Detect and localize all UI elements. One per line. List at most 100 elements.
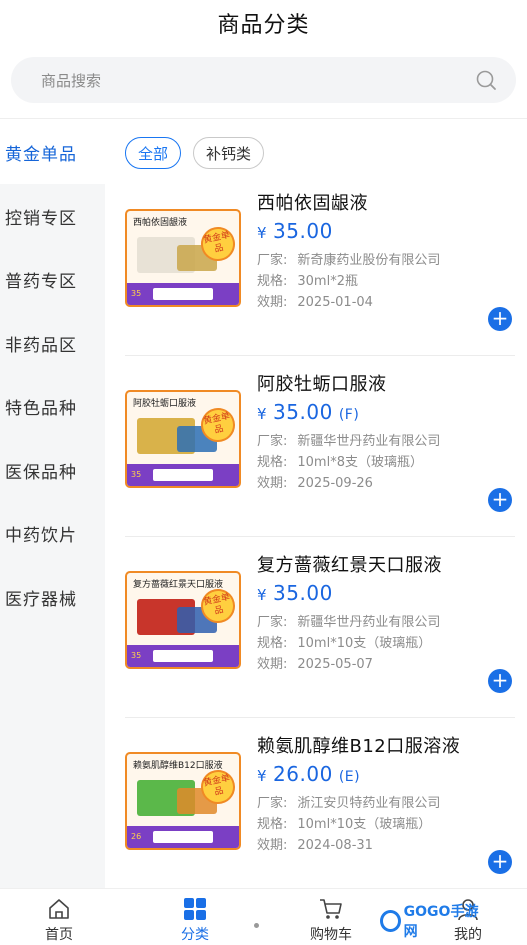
thumb-title: 西帕依固龈液: [133, 218, 188, 228]
currency-symbol: ¥: [257, 767, 268, 785]
thumb-price: 35: [131, 651, 142, 660]
product-name[interactable]: 赖氨肌醇维B12口服溶液: [257, 732, 460, 758]
product-price: ¥35.00: [257, 219, 339, 243]
thumb-price-band: 35: [127, 464, 239, 486]
tab-cart-label: 购物车: [310, 927, 352, 943]
page-title: 商品分类: [217, 13, 310, 38]
product-card[interactable]: 复方蔷薇红景天口服液 黄金单品 35 复方蔷薇红景天口服液 ¥35.00 厂家:…: [105, 537, 527, 718]
maker-value: 新疆华世丹药业有限公司: [297, 434, 441, 449]
thumb-price: 26: [131, 832, 142, 841]
product-meta: 厂家: 浙江安贝特药业有限公司 规格: 10ml*10支（玻璃瓶） 效期: 2024-…: [257, 793, 440, 856]
sidebar-item-non-drugs[interactable]: 非药品区: [0, 311, 105, 375]
price-value: 26.00: [273, 762, 333, 786]
sidebar-item-insurance[interactable]: 医保品种: [0, 438, 105, 502]
filter-chips: 全部 补钙类: [125, 137, 265, 169]
maker-label: 厂家:: [257, 434, 288, 449]
filter-chip-calcium[interactable]: 补钙类: [193, 137, 265, 169]
product-price: ¥35.00: [257, 581, 339, 605]
expiry-label: 效期:: [257, 838, 288, 853]
spec-label: 规格:: [257, 274, 288, 289]
price-value: 35.00: [273, 219, 333, 243]
indicator-dot: [254, 923, 259, 928]
sidebar-item-controlled-sales[interactable]: 控销专区: [0, 184, 105, 248]
product-name[interactable]: 阿胶牡蛎口服液: [257, 370, 387, 396]
maker-label: 厂家:: [257, 615, 288, 630]
product-meta: 厂家: 新疆华世丹药业有限公司 规格: 10ml*10支（玻璃瓶） 效期: 2025-…: [257, 612, 440, 675]
thumb-price-band: 26: [127, 826, 239, 848]
search-input[interactable]: 商品搜索: [41, 70, 474, 91]
add-to-cart-button[interactable]: +: [488, 669, 512, 693]
expiry-label: 效期:: [257, 476, 288, 491]
tab-category-label: 分类: [181, 927, 209, 943]
expiry-value: 2025-01-04: [297, 295, 373, 310]
product-name[interactable]: 复方蔷薇红景天口服液: [257, 551, 442, 577]
currency-symbol: ¥: [257, 586, 268, 604]
divider: [0, 118, 527, 119]
product-image[interactable]: 赖氨肌醇维B12口服液 黄金单品 26: [125, 752, 241, 850]
maker-value: 新疆华世丹药业有限公司: [297, 615, 441, 630]
product-list: 西帕依固龈液 黄金单品 35 西帕依固龈液 ¥35.00 厂家: 新奇康药业股份有…: [105, 175, 527, 888]
product-card[interactable]: 阿胶牡蛎口服液 黄金单品 35 阿胶牡蛎口服液 ¥35.00 (F) 厂家: 新疆华…: [105, 356, 527, 537]
spec-value: 10ml*10支（玻璃瓶）: [297, 636, 432, 651]
sidebar-item-golden-single[interactable]: 黄金单品: [0, 120, 105, 184]
cart-icon: [320, 899, 342, 919]
expiry-value: 2025-05-07: [297, 657, 373, 672]
spec-value: 10ml*8支（玻璃瓶）: [297, 455, 423, 470]
thumb-price-band: 35: [127, 283, 239, 305]
spec-label: 规格:: [257, 636, 288, 651]
search-bar[interactable]: 商品搜索: [11, 57, 516, 103]
tab-home-label: 首页: [45, 927, 73, 943]
product-image[interactable]: 复方蔷薇红景天口服液 黄金单品 35: [125, 571, 241, 669]
spec-label: 规格:: [257, 817, 288, 832]
thumb-title: 阿胶牡蛎口服液: [133, 399, 197, 409]
product-price: ¥26.00 (E): [257, 762, 360, 786]
sidebar-item-featured[interactable]: 特色品种: [0, 374, 105, 438]
price-value: 35.00: [273, 581, 333, 605]
sidebar-item-general-drugs[interactable]: 普药专区: [0, 247, 105, 311]
add-to-cart-button[interactable]: +: [488, 307, 512, 331]
maker-label: 厂家:: [257, 253, 288, 268]
price-grade: (F): [338, 407, 360, 423]
tab-category[interactable]: 分类: [145, 889, 245, 945]
sidebar-item-herbal[interactable]: 中药饮片: [0, 501, 105, 565]
watermark-text: GOGO手游网: [403, 904, 479, 940]
add-to-cart-button[interactable]: +: [488, 488, 512, 512]
currency-symbol: ¥: [257, 224, 268, 242]
thumb-price: 35: [131, 470, 142, 479]
thumb-title: 复方蔷薇红景天口服液: [133, 580, 224, 590]
tab-home[interactable]: 首页: [9, 889, 109, 945]
tab-cart[interactable]: 购物车: [281, 889, 381, 945]
spec-value: 10ml*10支（玻璃瓶）: [297, 817, 432, 832]
expiry-label: 效期:: [257, 295, 288, 310]
maker-value: 浙江安贝特药业有限公司: [297, 796, 441, 811]
spec-value: 30ml*2瓶: [297, 274, 358, 289]
product-meta: 厂家: 新疆华世丹药业有限公司 规格: 10ml*8支（玻璃瓶） 效期: 2025-0…: [257, 431, 440, 494]
spec-label: 规格:: [257, 455, 288, 470]
expiry-label: 效期:: [257, 657, 288, 672]
maker-label: 厂家:: [257, 796, 288, 811]
product-price: ¥35.00 (F): [257, 400, 359, 424]
search-icon[interactable]: [474, 68, 498, 92]
watermark-icon: [380, 910, 401, 932]
grid-icon: [184, 898, 206, 920]
expiry-value: 2025-09-26: [297, 476, 373, 491]
thumb-price-band: 35: [127, 645, 239, 667]
product-image[interactable]: 西帕依固龈液 黄金单品 35: [125, 209, 241, 307]
add-to-cart-button[interactable]: +: [488, 850, 512, 874]
thumb-bar: [153, 831, 213, 843]
thumb-bar: [153, 469, 213, 481]
thumb-price: 35: [131, 289, 142, 298]
watermark-logo: GOGO手游网: [380, 904, 485, 940]
product-card[interactable]: 赖氨肌醇维B12口服液 黄金单品 26 赖氨肌醇维B12口服溶液 ¥26.00 (…: [105, 718, 527, 888]
maker-value: 新奇康药业股份有限公司: [297, 253, 441, 268]
category-sidebar: 黄金单品 控销专区 普药专区 非药品区 特色品种 医保品种 中药饮片 医疗器械: [0, 120, 105, 888]
price-grade: (E): [338, 769, 361, 785]
sidebar-item-devices[interactable]: 医疗器械: [0, 565, 105, 629]
product-name[interactable]: 西帕依固龈液: [257, 189, 368, 215]
thumb-bar: [153, 288, 213, 300]
home-icon: [49, 899, 69, 919]
thumb-bar: [153, 650, 213, 662]
filter-chip-all[interactable]: 全部: [125, 137, 182, 169]
product-card[interactable]: 西帕依固龈液 黄金单品 35 西帕依固龈液 ¥35.00 厂家: 新奇康药业股份有…: [105, 175, 527, 356]
product-image[interactable]: 阿胶牡蛎口服液 黄金单品 35: [125, 390, 241, 488]
